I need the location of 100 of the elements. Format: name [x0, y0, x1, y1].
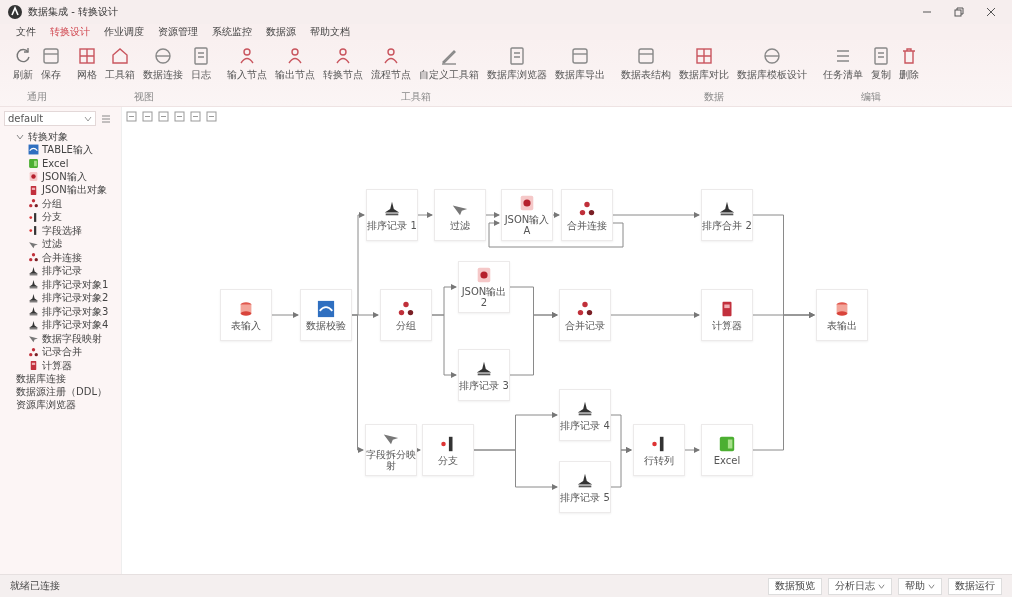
tree-item[interactable]: 记录合并: [28, 345, 117, 359]
document-icon: [518, 194, 536, 212]
tree-item[interactable]: 数据字段映射: [28, 332, 117, 346]
list-icon[interactable]: [101, 113, 111, 124]
toolbar-button[interactable]: 数据表结构: [618, 44, 674, 84]
canvas-tool-icon[interactable]: [126, 111, 137, 122]
status-button[interactable]: 帮助: [898, 577, 942, 595]
grid-icon: [694, 46, 714, 66]
toolbar-button[interactable]: 复制: [868, 44, 894, 84]
globe-icon: [762, 46, 782, 66]
menu-tab[interactable]: 数据源: [262, 25, 300, 39]
status-button[interactable]: 数据运行: [948, 577, 1002, 595]
status-button[interactable]: 分析日志: [828, 577, 892, 595]
tree-item[interactable]: JSON输入: [28, 170, 117, 184]
node-label: 数据校验: [306, 319, 346, 331]
toolbar-button[interactable]: 数据库导出: [552, 44, 608, 84]
tree-item[interactable]: 排序记录对象2: [28, 291, 117, 305]
document-icon: [507, 46, 527, 66]
menu-tab[interactable]: 系统监控: [208, 25, 256, 39]
caret-icon[interactable]: [84, 115, 92, 123]
toolbar-button[interactable]: 输出节点: [272, 44, 318, 84]
tree-item[interactable]: 分组: [28, 197, 117, 211]
node-label: 排序记录 4: [560, 419, 610, 431]
canvas-tool-icon[interactable]: [206, 111, 217, 122]
window-title: 数据集成 - 转换设计: [28, 5, 118, 19]
node-label: 合并连接: [567, 219, 607, 231]
tree-item[interactable]: 数据库连接: [4, 372, 117, 386]
toolbar-button[interactable]: 刷新: [10, 44, 36, 84]
expand-caret-icon[interactable]: [16, 132, 24, 141]
node-label: JSON输入 A: [503, 214, 551, 236]
dots-icon: [578, 199, 596, 218]
node-label: 计算器: [712, 319, 742, 331]
tree-item[interactable]: 字段选择: [28, 224, 117, 238]
house-icon: [110, 46, 130, 66]
tree-item[interactable]: 排序记录对象3: [28, 305, 117, 319]
node-label: 分组: [396, 319, 416, 331]
group-label: 视图: [134, 90, 154, 104]
tree-item[interactable]: 合并连接: [28, 251, 117, 265]
menu-tab[interactable]: 帮助文档: [306, 25, 354, 39]
toolbar-button[interactable]: 数据库模板设计: [734, 44, 810, 84]
dots-icon: [28, 346, 39, 358]
tree-item[interactable]: 计算器: [28, 359, 117, 373]
group-label: 工具箱: [401, 90, 431, 104]
toolbar-button[interactable]: 保存: [38, 44, 64, 84]
group-label: 通用: [27, 90, 47, 104]
tree-item[interactable]: 数据源注册（DDL）: [4, 385, 117, 399]
canvas-tool-icon[interactable]: [158, 111, 169, 122]
tree-item[interactable]: 排序记录: [28, 264, 117, 278]
node-label: 排序记录 1: [367, 219, 417, 231]
toolbar-button[interactable]: 数据库浏览器: [484, 44, 550, 84]
tree-item[interactable]: 转换对象: [4, 130, 117, 143]
menu-tab[interactable]: 作业调度: [100, 25, 148, 39]
stack-icon: [28, 319, 39, 331]
node-label: JSON输出 2: [460, 286, 508, 308]
search-field[interactable]: default: [4, 111, 96, 126]
toolbar-button[interactable]: 网格: [74, 44, 100, 84]
node-label: 字段拆分映射: [366, 449, 416, 471]
dots-icon: [397, 299, 415, 318]
tree-item[interactable]: TABLE输入: [28, 143, 117, 157]
canvas-tool-icon[interactable]: [174, 111, 185, 122]
spreadsheet-icon: [718, 434, 736, 453]
tree-item[interactable]: 资源库浏览器: [4, 398, 117, 412]
node-label: 排序合并 2: [702, 219, 752, 231]
split-icon: [28, 211, 39, 223]
dots-icon: [28, 198, 39, 210]
menu-tab[interactable]: 转换设计: [46, 25, 94, 39]
node-label: 排序记录 3: [459, 379, 509, 391]
toolbar-button[interactable]: 转换节点: [320, 44, 366, 84]
toolbar-button[interactable]: 自定义工具箱: [416, 44, 482, 84]
tree-item[interactable]: 排序记录对象1: [28, 278, 117, 292]
canvas-tool-icon[interactable]: [142, 111, 153, 122]
stack-icon: [28, 279, 39, 291]
tree-item[interactable]: 排序记录对象4: [28, 318, 117, 332]
toolbar-button[interactable]: 数据连接: [140, 44, 186, 84]
toolbar-button[interactable]: 流程节点: [368, 44, 414, 84]
toolbar-button[interactable]: 工具箱: [102, 44, 138, 84]
jar-icon: [28, 360, 39, 372]
close-icon: [986, 7, 996, 17]
toolbar-button[interactable]: 删除: [896, 44, 922, 84]
dots-icon: [28, 252, 39, 264]
status-button[interactable]: 数据预览: [768, 577, 822, 595]
tree-item[interactable]: JSON输出对象: [28, 183, 117, 197]
menu-tab[interactable]: 资源管理: [154, 25, 202, 39]
tree-item[interactable]: 分支: [28, 210, 117, 224]
tree-item[interactable]: Excel: [28, 156, 117, 170]
connector-arrow: [271, 312, 299, 318]
toolbar-button[interactable]: 任务清单: [820, 44, 866, 84]
toolbar-button[interactable]: 输入节点: [224, 44, 270, 84]
app-logo-icon: [8, 5, 22, 19]
square-icon: [41, 46, 61, 66]
connector-arrow: [684, 447, 700, 453]
status-text: 就绪已连接: [10, 579, 60, 593]
toolbar-button[interactable]: 日志: [188, 44, 214, 84]
toolbar-button[interactable]: 数据库对比: [676, 44, 732, 84]
tree-item[interactable]: 过滤: [28, 237, 117, 251]
menu-tab[interactable]: 文件: [12, 25, 40, 39]
caret-icon: [928, 582, 935, 590]
caret-icon: [878, 582, 885, 590]
canvas-tool-icon[interactable]: [190, 111, 201, 122]
document-icon: [191, 46, 211, 66]
